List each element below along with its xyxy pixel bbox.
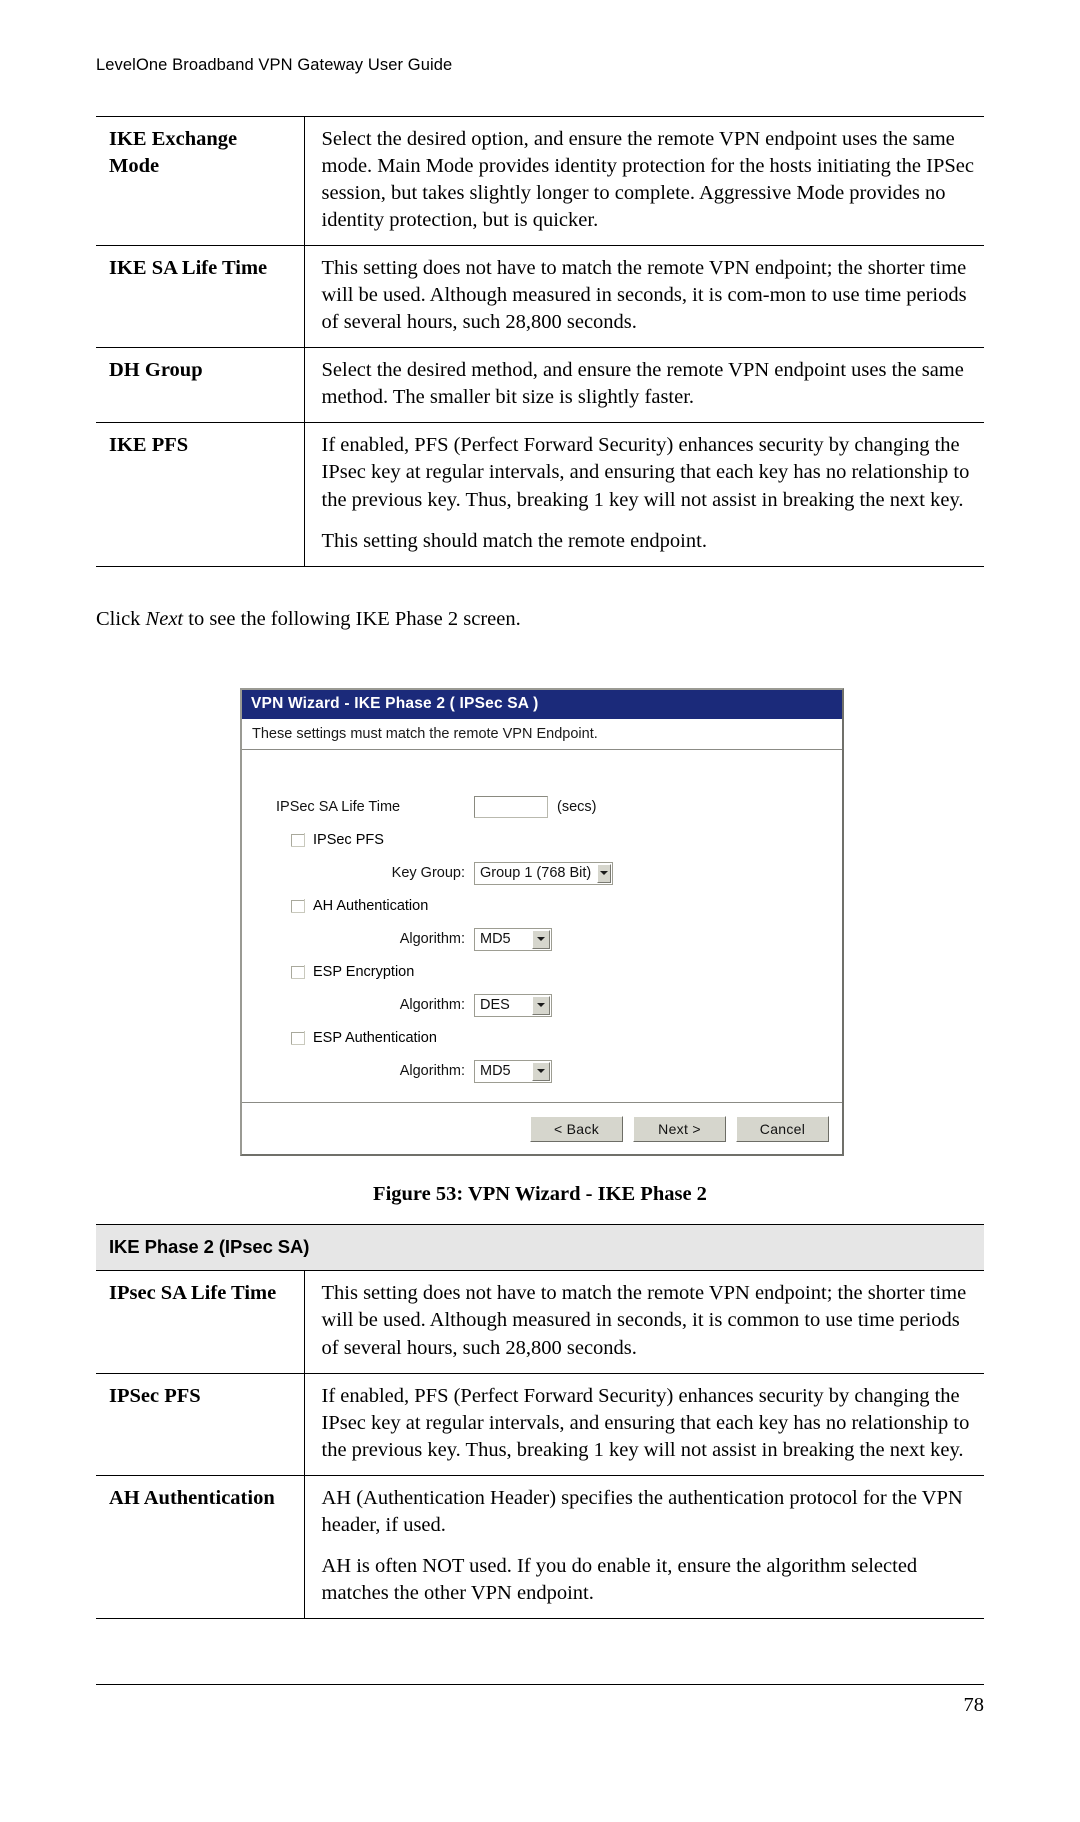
field-row-ipsec-pfs: IPSec PFS: [242, 824, 842, 856]
esp-authentication-algorithm-label: Algorithm:: [399, 1063, 465, 1079]
field-row-ah-authentication: AH Authentication: [242, 890, 842, 922]
paragraph-click-next: Click Next to see the following IKE Phas…: [96, 606, 984, 633]
esp-encryption-algorithm-select[interactable]: DES: [474, 993, 552, 1017]
row-label: AH Authentication: [96, 1474, 305, 1619]
key-group-select[interactable]: Group 1 (768 Bit): [474, 861, 613, 885]
table-row: IKE SA Life Time This setting does not h…: [96, 245, 984, 348]
esp-encryption-algorithm-label: Algorithm:: [399, 997, 465, 1013]
paragraph-text-after: to see the following IKE Phase 2 screen.: [183, 608, 521, 630]
table-ike-phase2: IKE Phase 2 (IPsec SA) IPsec SA Life Tim…: [96, 1223, 984, 1619]
table-section-header-row: IKE Phase 2 (IPsec SA): [96, 1223, 984, 1271]
row-paragraph: This setting should match the remote end…: [321, 529, 707, 552]
ah-authentication-checkbox[interactable]: [290, 899, 305, 914]
row-label: IKE Exchange Mode: [96, 115, 305, 246]
row-paragraph: Select the desired method, and ensure th…: [321, 359, 964, 409]
chevron-down-icon[interactable]: [532, 995, 550, 1015]
paragraph-text-italic: Next: [145, 608, 184, 630]
row-paragraph: If enabled, PFS (Perfect Forward Securit…: [321, 434, 970, 511]
row-paragraph: AH (Authentication Header) specifies the…: [321, 1486, 963, 1536]
ipsec-sa-life-time-input[interactable]: [474, 796, 548, 818]
row-description: If enabled, PFS (Perfect Forward Securit…: [304, 422, 984, 567]
chevron-down-icon[interactable]: [597, 863, 611, 883]
esp-encryption-label: ESP Encryption: [313, 964, 415, 980]
chevron-down-icon[interactable]: [532, 1061, 550, 1081]
row-description: If enabled, PFS (Perfect Forward Securit…: [304, 1372, 984, 1476]
row-paragraph: Select the desired option, and ensure th…: [321, 128, 974, 232]
table-row: IPSec PFS If enabled, PFS (Perfect Forwa…: [96, 1372, 984, 1476]
row-description: AH (Authentication Header) specifies the…: [304, 1474, 984, 1619]
document-page: LevelOne Broadband VPN Gateway User Guid…: [0, 0, 1080, 1822]
running-header: LevelOne Broadband VPN Gateway User Guid…: [96, 56, 453, 74]
field-row-key-group: Key Group: Group 1 (768 Bit): [242, 856, 842, 890]
row-label: DH Group: [96, 347, 305, 423]
table-row: IKE PFS If enabled, PFS (Perfect Forward…: [96, 422, 984, 567]
vpn-wizard-dialog: VPN Wizard - IKE Phase 2 ( IPSec SA ) Th…: [240, 688, 844, 1156]
row-description: This setting does not have to match the …: [304, 245, 984, 348]
ah-algorithm-select[interactable]: MD5: [474, 927, 552, 951]
ipsec-sa-life-time-unit: (secs): [557, 799, 597, 815]
ah-algorithm-label: Algorithm:: [399, 931, 465, 947]
dialog-titlebar: VPN Wizard - IKE Phase 2 ( IPSec SA ): [242, 690, 842, 720]
back-button[interactable]: < Back: [530, 1115, 623, 1142]
key-group-value: Group 1 (768 Bit): [480, 865, 592, 881]
figure-caption: Figure 53: VPN Wizard - IKE Phase 2: [373, 1183, 707, 1205]
ipsec-pfs-checkbox[interactable]: [290, 833, 305, 848]
row-description: Select the desired option, and ensure th…: [304, 115, 984, 246]
key-group-label: Key Group:: [391, 865, 465, 881]
row-paragraph: If enabled, PFS (Perfect Forward Securit…: [321, 1384, 970, 1461]
cancel-button[interactable]: Cancel: [736, 1115, 829, 1142]
row-description: Select the desired method, and ensure th…: [304, 347, 984, 423]
row-description: This setting does not have to match the …: [304, 1270, 984, 1374]
table-row: DH Group Select the desired method, and …: [96, 347, 984, 423]
row-label: IKE PFS: [96, 422, 305, 567]
field-row-ah-algorithm: Algorithm: MD5: [242, 922, 842, 956]
next-button[interactable]: Next >: [633, 1115, 726, 1142]
esp-authentication-checkbox[interactable]: [290, 1031, 305, 1046]
paragraph-text-before: Click: [96, 608, 146, 630]
field-row-ipsec-sa-life-time: IPSec SA Life Time (secs): [242, 790, 842, 824]
field-row-esp-encryption-algorithm: Algorithm: DES: [242, 988, 842, 1022]
dialog-footer: < Back Next > Cancel: [242, 1102, 842, 1154]
row-paragraph: This setting does not have to match the …: [321, 1282, 967, 1359]
table-row: IPsec SA Life Time This setting does not…: [96, 1270, 984, 1374]
dialog-form: IPSec SA Life Time (secs) IPSec PFS Key …: [242, 750, 842, 1088]
esp-encryption-algorithm-value: DES: [480, 997, 510, 1013]
ipsec-pfs-label: IPSec PFS: [313, 832, 384, 848]
row-label: IKE SA Life Time: [96, 245, 305, 348]
ipsec-sa-life-time-label: IPSec SA Life Time: [276, 799, 401, 815]
esp-encryption-checkbox[interactable]: [290, 965, 305, 980]
chevron-down-icon[interactable]: [532, 929, 550, 949]
ah-algorithm-value: MD5: [480, 931, 511, 947]
table-ike-phase1: IKE Exchange Mode Select the desired opt…: [96, 115, 984, 567]
esp-authentication-algorithm-value: MD5: [480, 1063, 511, 1079]
table-row: AH Authentication AH (Authentication Hea…: [96, 1474, 984, 1619]
row-paragraph: AH is often NOT used. If you do enable i…: [321, 1554, 918, 1604]
dialog-body: IPSec SA Life Time (secs) IPSec PFS Key …: [242, 750, 842, 1154]
row-paragraph: This setting does not have to match the …: [321, 257, 967, 334]
esp-authentication-label: ESP Authentication: [313, 1030, 437, 1046]
ah-authentication-label: AH Authentication: [313, 898, 429, 914]
figure-vpn-wizard-screenshot: VPN Wizard - IKE Phase 2 ( IPSec SA ) Th…: [240, 688, 844, 1156]
esp-authentication-algorithm-select[interactable]: MD5: [474, 1059, 552, 1083]
table-section-header: IKE Phase 2 (IPsec SA): [96, 1223, 984, 1271]
row-label: IPsec SA Life Time: [96, 1270, 305, 1374]
footer-divider: [96, 1684, 984, 1685]
field-row-esp-authentication: ESP Authentication: [242, 1022, 842, 1054]
field-row-esp-authentication-algorithm: Algorithm: MD5: [242, 1054, 842, 1088]
dialog-subtitle: These settings must match the remote VPN…: [242, 720, 842, 750]
page-number: 78: [963, 1694, 985, 1716]
table-row: IKE Exchange Mode Select the desired opt…: [96, 115, 984, 246]
field-row-esp-encryption: ESP Encryption: [242, 956, 842, 988]
row-label: IPSec PFS: [96, 1372, 305, 1476]
